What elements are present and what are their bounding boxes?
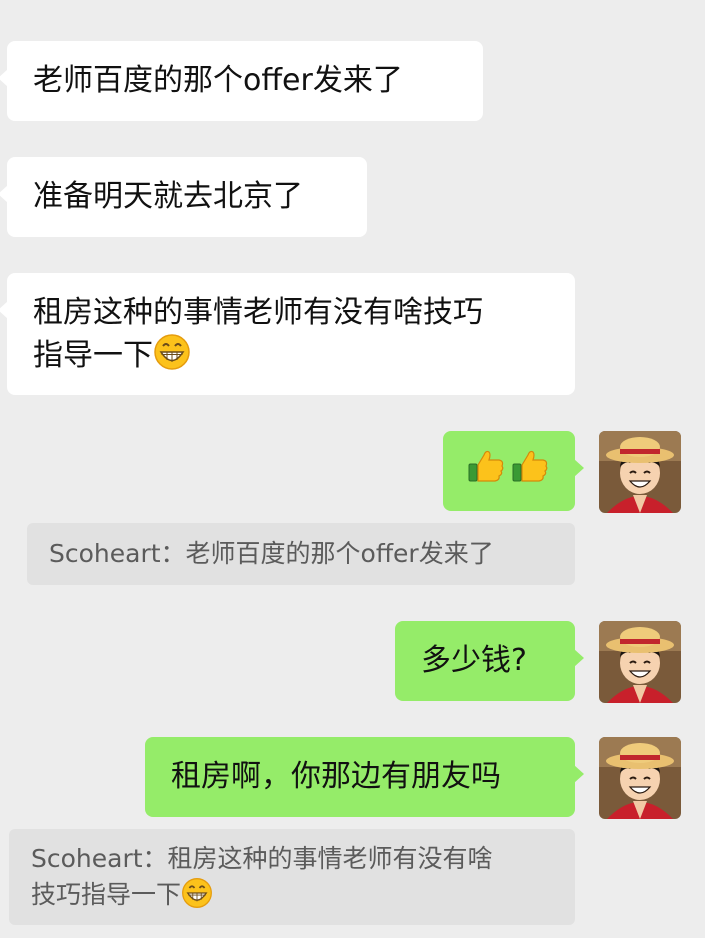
user-avatar[interactable] bbox=[599, 621, 681, 703]
thumbs-up-emoji-icon bbox=[511, 447, 551, 496]
luffy-avatar-icon bbox=[599, 737, 681, 819]
message-text: 准备明天就去北京了 bbox=[33, 179, 303, 214]
message-bubble-incoming[interactable]: 准备明天就去北京了 bbox=[0, 157, 367, 237]
thumbs-up-emoji-icon bbox=[467, 447, 507, 496]
user-avatar[interactable] bbox=[599, 431, 681, 513]
message-bubble-incoming[interactable]: 老师百度的那个offer发来了 bbox=[0, 41, 483, 121]
quote-text: Scoheart：老师百度的那个offer发来了 bbox=[49, 539, 494, 568]
message-bubble-incoming[interactable]: 租房这种的事情老师有没有啥技巧 指导一下 bbox=[0, 273, 575, 395]
quoted-message[interactable]: Scoheart：老师百度的那个offer发来了 bbox=[27, 523, 575, 585]
message-text: 租房啊，你那边有朋友吗 bbox=[171, 759, 501, 794]
message-text-line: 指导一下 bbox=[33, 333, 549, 382]
quote-text-line: Scoheart：租房这种的事情老师有没有啥 bbox=[31, 844, 493, 873]
user-avatar[interactable] bbox=[599, 737, 681, 819]
grinning-face-emoji-icon bbox=[153, 333, 191, 382]
message-bubble-outgoing[interactable]: 多少钱? bbox=[395, 621, 584, 701]
quoted-message[interactable]: Scoheart：租房这种的事情老师有没有啥 技巧指导一下 bbox=[9, 829, 575, 925]
message-text: 多少钱? bbox=[421, 643, 527, 678]
message-text-line: 租房这种的事情老师有没有啥技巧 bbox=[33, 295, 483, 330]
message-bubble-outgoing[interactable] bbox=[443, 431, 584, 511]
message-text: 老师百度的那个offer发来了 bbox=[33, 63, 403, 98]
luffy-avatar-icon bbox=[599, 621, 681, 703]
grinning-face-emoji-icon bbox=[181, 877, 213, 919]
quote-text-line: 技巧指导一下 bbox=[31, 877, 553, 919]
luffy-avatar-icon bbox=[599, 431, 681, 513]
chat-area: 老师百度的那个offer发来了 准备明天就去北京了 租房这种的事情老师有没有啥技… bbox=[0, 0, 705, 938]
message-bubble-outgoing[interactable]: 租房啊，你那边有朋友吗 bbox=[145, 737, 584, 817]
